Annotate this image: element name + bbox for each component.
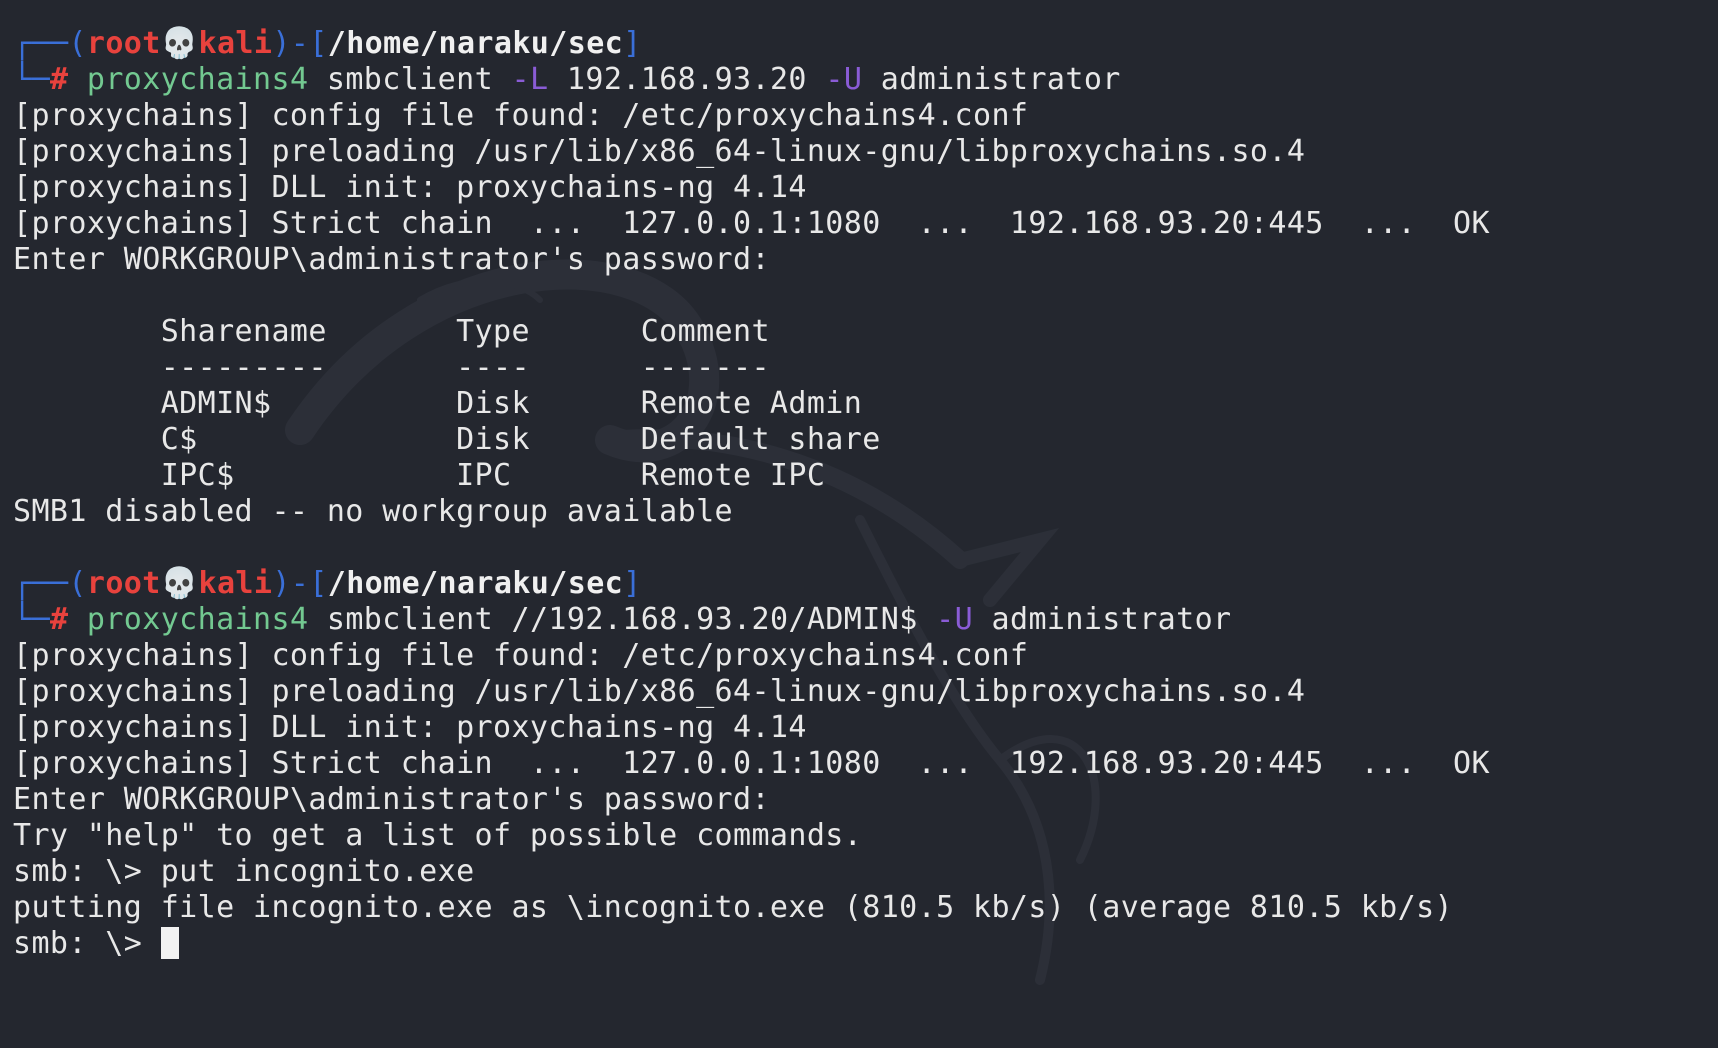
output-line: smb: \> put incognito.exe	[13, 854, 475, 889]
command-flag: -L	[511, 62, 549, 97]
prompt-host: kali	[198, 26, 273, 61]
prompt-cwd: /home/naraku/sec	[327, 566, 624, 601]
output-line: Enter WORKGROUP\administrator's password…	[13, 242, 770, 277]
command-program: proxychains4	[86, 602, 309, 637]
share-table-row: ADMIN$ Disk Remote Admin	[13, 386, 863, 421]
text-cursor[interactable]	[160, 927, 179, 959]
output-line: [proxychains] preloading /usr/lib/x86_64…	[13, 674, 1306, 709]
prompt-line-2-top: ┌──(root💀kali)-[/home/naraku/sec]	[13, 566, 642, 601]
output-line: [proxychains] DLL init: proxychains-ng 4…	[13, 710, 807, 745]
smb-input-line[interactable]: smb: \>	[13, 926, 1490, 962]
output-line: [proxychains] Strict chain ... 127.0.0.1…	[13, 206, 1490, 241]
command-flag: -U	[936, 602, 974, 637]
share-table-header: Sharename Type Comment	[13, 314, 770, 349]
output-line: [proxychains] config file found: /etc/pr…	[13, 98, 1029, 133]
terminal-output[interactable]: ┌──(root💀kali)-[/home/naraku/sec] └─# pro…	[13, 26, 1490, 962]
output-line: [proxychains] Strict chain ... 127.0.0.1…	[13, 746, 1490, 781]
output-line: SMB1 disabled -- no workgroup available	[13, 494, 733, 529]
command-program: proxychains4	[86, 62, 309, 97]
prompt-host: kali	[198, 566, 273, 601]
output-line: [proxychains] config file found: /etc/pr…	[13, 638, 1029, 673]
prompt-cwd: /home/naraku/sec	[327, 26, 624, 61]
terminal-window[interactable]: ┌──(root💀kali)-[/home/naraku/sec] └─# pro…	[0, 0, 1718, 1048]
prompt-line-2-command: └─# proxychains4 smbclient //192.168.93.…	[13, 602, 1232, 637]
output-line: [proxychains] DLL init: proxychains-ng 4…	[13, 170, 807, 205]
output-line: Try "help" to get a list of possible com…	[13, 818, 863, 853]
skull-icon: 💀	[160, 26, 199, 61]
prompt-user: root	[86, 566, 161, 601]
command-flag: -U	[825, 62, 863, 97]
output-line: Enter WORKGROUP\administrator's password…	[13, 782, 770, 817]
share-table-rule: --------- ---- -------	[13, 350, 770, 385]
share-table-row: IPC$ IPC Remote IPC	[13, 458, 826, 493]
skull-icon: 💀	[160, 566, 199, 601]
output-line: putting file incognito.exe as \incognito…	[13, 890, 1453, 925]
prompt-line-1-command: └─# proxychains4 smbclient -L 192.168.93…	[13, 62, 1121, 97]
smb-prompt: smb: \>	[13, 926, 161, 961]
prompt-user: root	[86, 26, 161, 61]
share-table-row: C$ Disk Default share	[13, 422, 881, 457]
prompt-line-1-top: ┌──(root💀kali)-[/home/naraku/sec]	[13, 26, 642, 61]
output-line: [proxychains] preloading /usr/lib/x86_64…	[13, 134, 1306, 169]
